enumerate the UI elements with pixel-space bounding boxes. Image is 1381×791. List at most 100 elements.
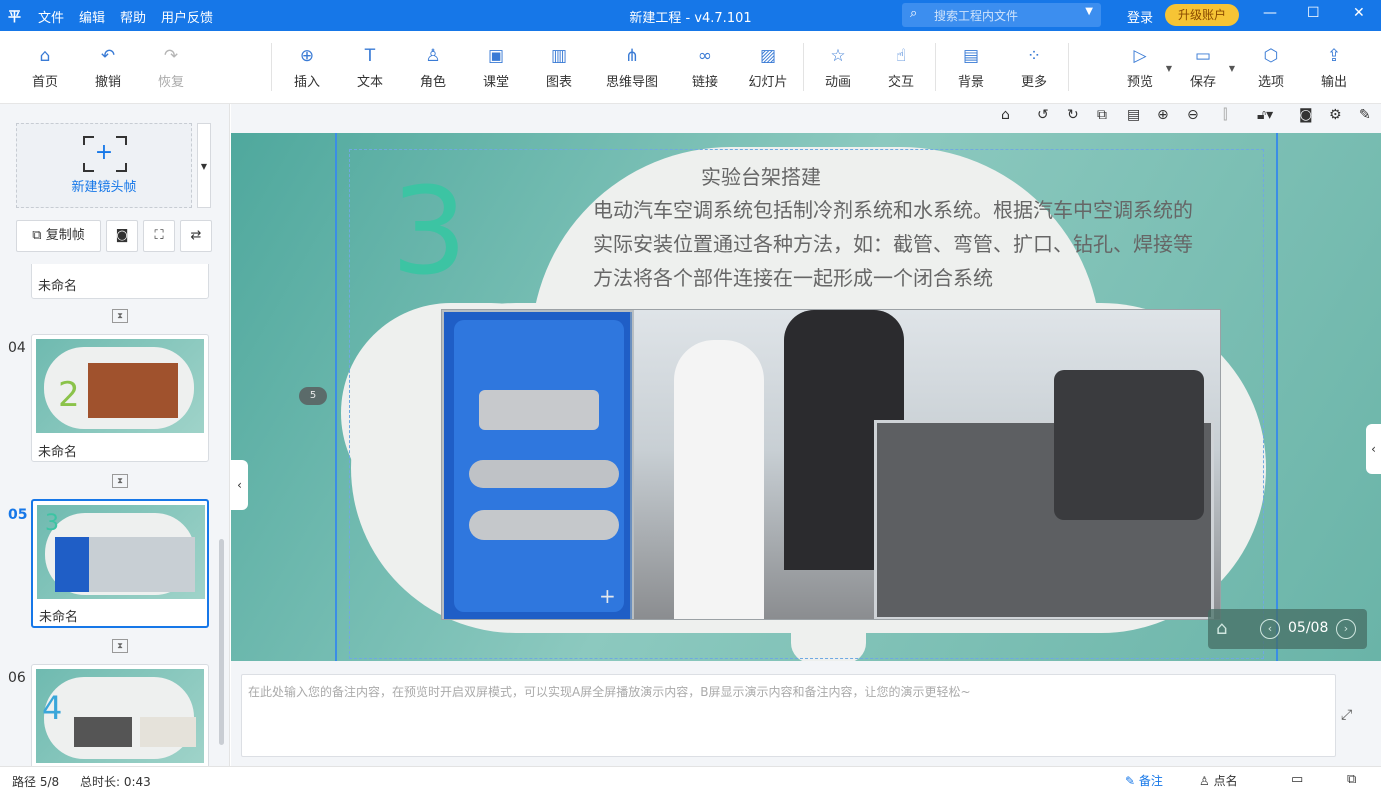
frame-fit-icon: ⛶ [154, 228, 164, 243]
collapse-left-button[interactable]: ‹ [231, 460, 248, 510]
thumbnail-big-number: 3 [45, 511, 59, 536]
new-frame-button[interactable]: + 新建镜头帧 [16, 123, 192, 208]
zoom-out-icon[interactable]: ⊖ [1187, 107, 1199, 123]
menu-help[interactable]: 帮助 [120, 7, 146, 26]
slide-title[interactable]: 实验台架搭建 [701, 161, 821, 190]
window-mode-icon[interactable]: ⧉ [1347, 772, 1356, 787]
duration-status: 总时长: 0:43 [80, 775, 151, 789]
link-button[interactable]: ∞ 链接 [677, 45, 733, 90]
classroom-button[interactable]: ▣ 课堂 [468, 45, 524, 90]
person-shape [674, 340, 764, 619]
roll-call-button[interactable]: ♙ 点名 [1199, 772, 1238, 789]
collapse-right-button[interactable]: ‹ [1366, 424, 1381, 474]
edit-icon[interactable]: ✎ [1359, 107, 1371, 123]
chart-button[interactable]: ▥ 图表 [531, 45, 587, 90]
thumbnail-scrollbar[interactable] [219, 539, 224, 745]
paste-icon[interactable]: ▤ [1127, 107, 1140, 123]
fit-frame-button[interactable]: ⛶ [143, 220, 175, 252]
slide-body-text[interactable]: 电动汽车空调系统包括制冷剂系统和水系统。根据汽车中空调系统的实际安装位置通过各种… [593, 193, 1203, 295]
home-icon[interactable]: ⌂ [1001, 107, 1010, 123]
thumbnail-card[interactable]: 未命名 [31, 264, 209, 299]
slide-photo[interactable]: + [441, 309, 1221, 620]
status-bar: 路径 5/8 总时长: 0:43 ✎ 备注 ♙ 点名 ▭ ⧉ [0, 766, 1381, 791]
lock-icon[interactable]: 🔓︎▾ [1257, 107, 1273, 123]
interaction-button[interactable]: ☝ 交互 [873, 45, 929, 90]
minimize-icon[interactable]: — [1263, 5, 1277, 21]
plus-circle-icon: ⊕ [299, 46, 315, 66]
notes-placeholder[interactable]: 在此处输入您的备注内容，在预览时开启双屏模式，可以实现A屏全屏播放演示内容，B屏… [248, 683, 1328, 700]
search-input[interactable]: 搜索工程内文件 [934, 7, 1018, 24]
thumbnail-name: 未命名 [38, 279, 78, 294]
undo-button[interactable]: ↶ 撤销 [80, 45, 136, 90]
animation-button[interactable]: ☆ 动画 [810, 45, 866, 90]
copy-icon[interactable]: ⧉ [1097, 107, 1107, 123]
home-icon[interactable]: ⌂ [1216, 618, 1227, 639]
switch-button[interactable]: ⇄ [180, 220, 212, 252]
next-page-button[interactable]: › [1336, 619, 1356, 639]
grid-icon: ⁘ [1026, 46, 1042, 66]
transition-icon[interactable]: ⧗ [112, 474, 128, 488]
frame-panel: + 新建镜头帧 ▼ ⧉ 复制帧 ◙ ⛶ ⇄ 未命名 ⧗ 04 2 未命名 ⧗ 0… [0, 104, 230, 766]
insert-button[interactable]: ⊕ 插入 [279, 45, 335, 90]
frame-order-badge[interactable]: 5 [299, 387, 327, 405]
title-bar: 平 文件 编辑 帮助 用户反馈 新建工程 - v4.7.101 ⌕ 搜索工程内文… [0, 0, 1381, 31]
upgrade-button[interactable]: 升级账户 [1165, 4, 1239, 26]
redo-button[interactable]: ↷ 恢复 [143, 45, 199, 90]
text-button[interactable]: T 文本 [342, 45, 398, 90]
thumbnail-card-active[interactable]: 3 未命名 [31, 499, 209, 628]
chevron-down-icon[interactable]: ▼ [1229, 64, 1235, 73]
copy-icon: ⧉ [32, 228, 46, 243]
chevron-down-icon[interactable]: ▼ [1166, 64, 1172, 73]
toolbar-divider [935, 43, 936, 91]
save-button[interactable]: ▭ 保存 ▼ [1175, 45, 1235, 90]
toolbar-divider [803, 43, 804, 91]
slide-stage[interactable]: 3 实验台架搭建 电动汽车空调系统包括制冷剂系统和水系统。根据汽车中空调系统的实… [231, 133, 1381, 661]
export-button[interactable]: ⇪ 输出 [1306, 45, 1362, 90]
settings-icon[interactable]: ⚙︎ [1329, 107, 1342, 123]
login-button[interactable]: 登录 [1127, 7, 1153, 26]
menu-file[interactable]: 文件 [38, 7, 64, 26]
menu-feedback[interactable]: 用户反馈 [161, 7, 213, 26]
thumbnail-name: 未命名 [38, 445, 78, 460]
hand-pointer-icon: ☝ [895, 46, 907, 66]
align-icon[interactable]: ⫿ [1223, 107, 1227, 123]
thumbnail-image: 4 [36, 669, 204, 763]
mindmap-button[interactable]: ⋔ 思维导图 [600, 45, 664, 90]
options-button[interactable]: ⬡ 选项 [1243, 45, 1299, 90]
thumbnail-photo [74, 717, 132, 747]
maximize-icon[interactable]: ☐ [1307, 5, 1320, 21]
new-frame-dropdown[interactable]: ▼ [197, 123, 211, 208]
camera-icon[interactable]: ◙ [1299, 107, 1313, 123]
screen-icon[interactable]: ▭ [1291, 772, 1303, 787]
copy-frame-button[interactable]: ⧉ 复制帧 [16, 220, 101, 252]
transition-icon[interactable]: ⧗ [112, 309, 128, 323]
thumbnail-card[interactable]: 2 未命名 [31, 334, 209, 462]
more-button[interactable]: ⁘ 更多 [1006, 45, 1062, 90]
slide-big-number[interactable]: 3 [391, 173, 467, 293]
role-button[interactable]: ♙ 角色 [405, 45, 461, 90]
preview-button[interactable]: ▷ 预览 ▼ [1112, 45, 1172, 90]
expand-icon[interactable]: ⤢ [1341, 707, 1352, 723]
person-icon: ♙ [425, 46, 441, 66]
prev-page-button[interactable]: ‹ [1260, 619, 1280, 639]
tool-shape [469, 510, 619, 540]
notes-toggle-button[interactable]: ✎ 备注 [1125, 772, 1163, 789]
close-icon[interactable]: ✕ [1353, 5, 1365, 21]
camera-button[interactable]: ◙ [106, 220, 138, 252]
add-icon[interactable]: + [599, 584, 616, 608]
slideshow-button[interactable]: ▨ 幻灯片 [740, 45, 796, 90]
zoom-in-icon[interactable]: ⊕ [1157, 107, 1169, 123]
menu-edit[interactable]: 编辑 [79, 7, 105, 26]
upload-icon: ⇪ [1326, 46, 1342, 66]
search-box[interactable]: ⌕ 搜索工程内文件 ▼ [902, 3, 1101, 27]
rotate-right-icon[interactable]: ↻ [1067, 107, 1079, 123]
rotate-left-icon[interactable]: ↺ [1037, 107, 1049, 123]
transition-icon[interactable]: ⧗ [112, 639, 128, 653]
chevron-down-icon[interactable]: ▼ [1085, 6, 1093, 17]
notes-field[interactable]: 在此处输入您的备注内容，在预览时开启双屏模式，可以实现A屏全屏播放演示内容，B屏… [241, 674, 1336, 757]
home-button[interactable]: ⌂ 首页 [17, 45, 73, 90]
save-icon: ▭ [1194, 46, 1212, 66]
thumbnail-card[interactable]: 4 [31, 664, 209, 766]
person-icon: ♙ [1199, 774, 1214, 788]
background-button[interactable]: ▤ 背景 [943, 45, 999, 90]
